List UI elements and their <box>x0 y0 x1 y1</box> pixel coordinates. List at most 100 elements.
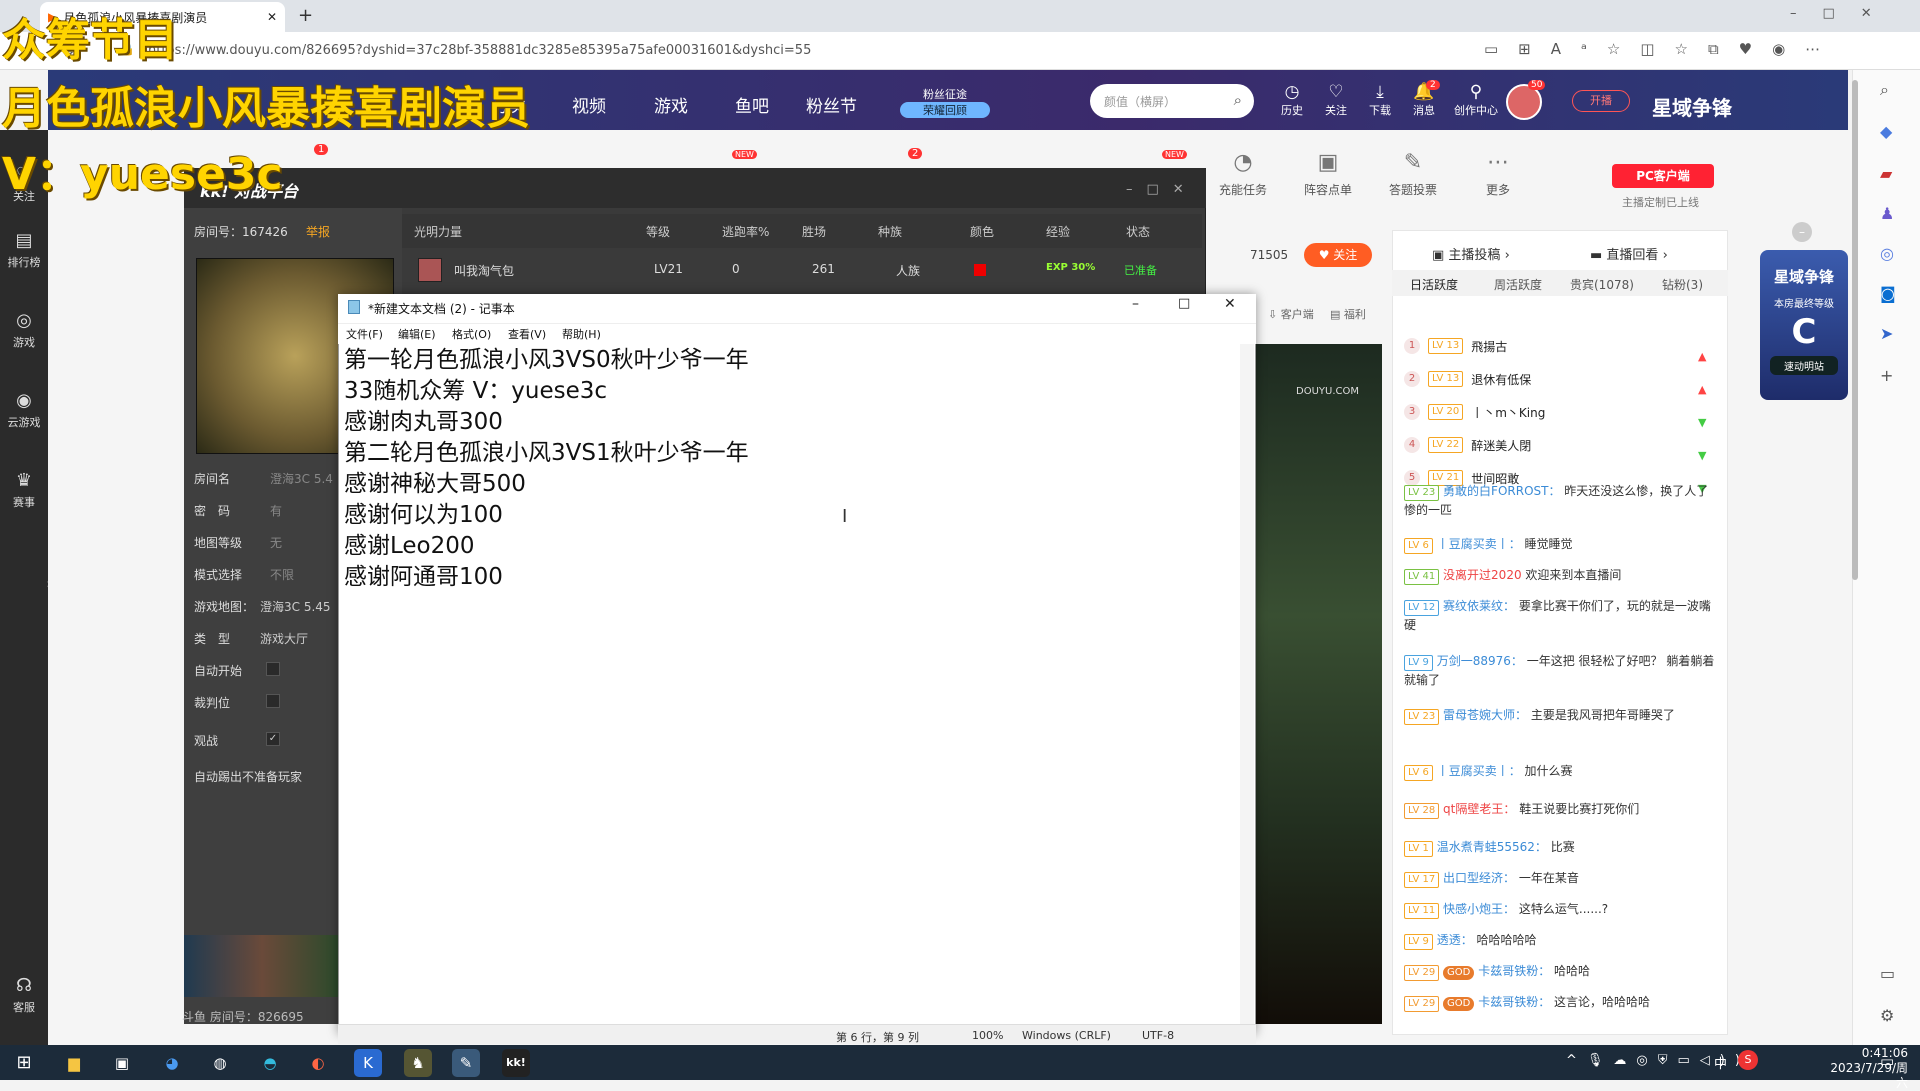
promo-widget[interactable]: 星域争锋 本房最终等级 C 速动明站 <box>1760 250 1848 400</box>
menu-format[interactable]: 格式(O) <box>452 326 491 342</box>
rank-row[interactable]: 3 LV 20 丨丶m丶King <box>1404 401 1545 423</box>
kk-spectate-checkbox[interactable]: ✓ <box>266 732 280 746</box>
page-scrollbar[interactable] <box>1852 80 1858 580</box>
follow-button[interactable]: ♥ 关注 <box>1304 243 1372 267</box>
follow-nav-button[interactable]: ♡ 关注 <box>1318 82 1354 118</box>
taskbar-kk-icon[interactable]: kk! <box>502 1049 530 1077</box>
subbar-badge-3: 2 <box>908 148 923 159</box>
kk-field-value[interactable]: 不限 <box>270 566 294 583</box>
rank-row[interactable]: 4 LV 22 醉迷美人閉 <box>1404 434 1531 456</box>
menu-help[interactable]: 帮助(H) <box>562 326 601 342</box>
status-eol: Windows (CRLF) <box>1022 1029 1111 1042</box>
download-button[interactable]: ⤓ 下载 <box>1362 82 1398 118</box>
quiz-vote-button[interactable]: ✎ 答题投票 <box>1383 150 1443 198</box>
taskbar-notepad-icon[interactable]: ✎ <box>452 1049 480 1077</box>
sidebar-send-icon[interactable]: ➤ <box>1880 324 1893 343</box>
nav-item-video[interactable]: 视频 <box>572 92 606 117</box>
rank-row[interactable]: 1 LV 13 飛揚古 <box>1404 335 1507 357</box>
taskbar-edge-icon[interactable]: ◓ <box>256 1049 284 1077</box>
sidebar-screen-icon[interactable]: ▭ <box>1880 964 1895 983</box>
more-button[interactable]: ⋯ 更多 <box>1468 150 1528 198</box>
kk-field-label: 游戏地图： <box>194 600 255 614</box>
client-link[interactable]: ⇩ 客户端 <box>1268 306 1314 322</box>
video-player[interactable] <box>1254 344 1382 1024</box>
kk-field-label: 自动开始 <box>194 664 243 678</box>
rank-tab-diamond[interactable]: 钻粉(3) <box>1662 276 1703 293</box>
taskbar-explorer-icon[interactable]: ▆ <box>60 1049 88 1077</box>
taskbar-k-icon[interactable]: K <box>354 1049 382 1077</box>
kk-field-label: 类 型 <box>194 632 231 646</box>
ranking-icon: ▤ <box>15 230 33 251</box>
menu-view[interactable]: 查看(V) <box>508 326 546 342</box>
promo-close-icon[interactable]: – <box>1792 222 1812 242</box>
search-input[interactable]: 颜值（横屏） ⌕ <box>1090 84 1254 118</box>
taskbar-app-icon[interactable]: ◐ <box>304 1049 332 1077</box>
notification-icon[interactable]: ▭ <box>1880 1052 1894 1070</box>
tab-close-icon[interactable]: ✕ <box>267 10 277 24</box>
kk-field-value[interactable]: 有 <box>270 502 282 519</box>
notepad-scrollbar[interactable] <box>1240 344 1254 1024</box>
taskbar-clock[interactable]: 0:41:06 2023/7/29/周六 <box>1828 1046 1908 1091</box>
sogou-icon[interactable]: S <box>1738 1050 1758 1070</box>
notepad-text-area[interactable]: 第一轮月色孤浪小风3VS0秋叶少爷一年 33随机众筹 V：yuese3c 感谢肉… <box>344 345 1234 1005</box>
sidebar-search-icon[interactable]: ⌕ <box>1880 80 1889 100</box>
nav-item-fanfest[interactable]: 粉丝节 <box>806 92 857 117</box>
sidebar-chess-icon[interactable]: ♟ <box>1880 204 1894 223</box>
new-tab-button[interactable]: + <box>298 5 313 26</box>
rail-game[interactable]: ◎ 游戏 <box>0 310 48 350</box>
video-watermark: DOUYU.COM <box>1296 386 1359 397</box>
taskbar-store-icon[interactable]: ▣ <box>108 1049 136 1077</box>
url-field[interactable]: https://www.douyu.com/826695?dyshid=37c2… <box>148 43 811 58</box>
ime-indicator[interactable]: 中 <box>1714 1053 1727 1072</box>
history-button[interactable]: ◷ 历史 <box>1274 82 1310 118</box>
kk-field-value[interactable]: 无 <box>270 534 282 551</box>
star-banner[interactable]: 星域争锋 <box>1652 92 1732 121</box>
nav-item-fishbar[interactable]: 鱼吧 <box>735 92 769 117</box>
kk-field-value[interactable]: 澄海3C 5.4 <box>270 470 333 487</box>
chat-tab-replay[interactable]: ▬ 直播回看 › <box>1590 244 1668 263</box>
sidebar-add-icon[interactable]: + <box>1880 366 1893 385</box>
taskbar-browser-icon[interactable]: ◕ <box>158 1049 186 1077</box>
rank-tab-weekly[interactable]: 周活跃度 <box>1494 276 1542 293</box>
rail-ranking[interactable]: ▤ 排行榜 <box>0 230 48 270</box>
start-button[interactable]: ⊞ <box>10 1049 38 1077</box>
game-icon: ◎ <box>16 310 32 331</box>
promo-button[interactable]: 速动明站 <box>1770 356 1838 375</box>
kk-report-link[interactable]: 举报 <box>306 223 330 240</box>
sidebar-copilot-icon[interactable]: ◎ <box>1880 244 1894 263</box>
rail-support[interactable]: ☊ 客服 <box>0 975 48 1015</box>
chat-tab-submissions[interactable]: ▣ 主播投稿 › <box>1432 244 1510 263</box>
kk-player-color-swatch <box>974 264 986 276</box>
fan-event-banner[interactable]: 粉丝征途 荣耀回顾 <box>900 86 990 118</box>
go-live-button[interactable]: 开播 <box>1572 90 1630 112</box>
kk-autostart-checkbox[interactable] <box>266 662 280 676</box>
taskbar-game-icon[interactable]: ♞ <box>404 1049 432 1077</box>
room-footer: 斗鱼 房间号：826695 <box>182 1010 304 1024</box>
sidebar-outlook-icon[interactable]: ◙ <box>1880 284 1896 303</box>
rank-tab-daily[interactable]: 日活跃度 <box>1410 276 1458 293</box>
creator-center-button[interactable]: ⚲ 创作中心 <box>1450 82 1502 118</box>
kk-player-race: 人族 <box>896 264 921 278</box>
rank-tab-vip[interactable]: 贵宾(1078) <box>1570 276 1634 293</box>
pc-client-button[interactable]: PC客户端 <box>1612 164 1714 188</box>
search-icon[interactable]: ⌕ <box>1234 91 1242 109</box>
kk-referee-checkbox[interactable] <box>266 694 280 708</box>
notepad-close-button[interactable]: ✕ <box>1224 296 1236 312</box>
menu-file[interactable]: 文件(F) <box>346 326 383 342</box>
charge-task-button[interactable]: ◔ 充能任务 <box>1213 150 1273 198</box>
sidebar-bag-icon[interactable]: ▰ <box>1880 164 1892 183</box>
nav-item-game[interactable]: 游戏 <box>654 92 688 117</box>
notepad-maximize-button[interactable]: □ <box>1178 296 1190 311</box>
kk-player-name[interactable]: 叫我淘气包 <box>454 262 514 279</box>
rail-events[interactable]: ♛ 赛事 <box>0 470 48 510</box>
sidebar-settings-icon[interactable]: ⚙ <box>1880 1006 1894 1025</box>
rail-cloud-game[interactable]: ◉ 云游戏 <box>0 390 48 430</box>
taskbar-steam-icon[interactable]: ◍ <box>206 1049 234 1077</box>
welfare-link[interactable]: ▤ 福利 <box>1330 306 1366 322</box>
lineup-order-button[interactable]: ▣ 阵容点单 <box>1298 150 1358 198</box>
notepad-minimize-button[interactable]: – <box>1132 296 1139 312</box>
rank-row[interactable]: 2 LV 13 退休有低保 <box>1404 368 1531 390</box>
sidebar-tag-icon[interactable]: ◆ <box>1880 122 1892 141</box>
menu-edit[interactable]: 编辑(E) <box>398 326 436 342</box>
kk-window-controls[interactable]: –□✕ <box>1126 182 1198 197</box>
